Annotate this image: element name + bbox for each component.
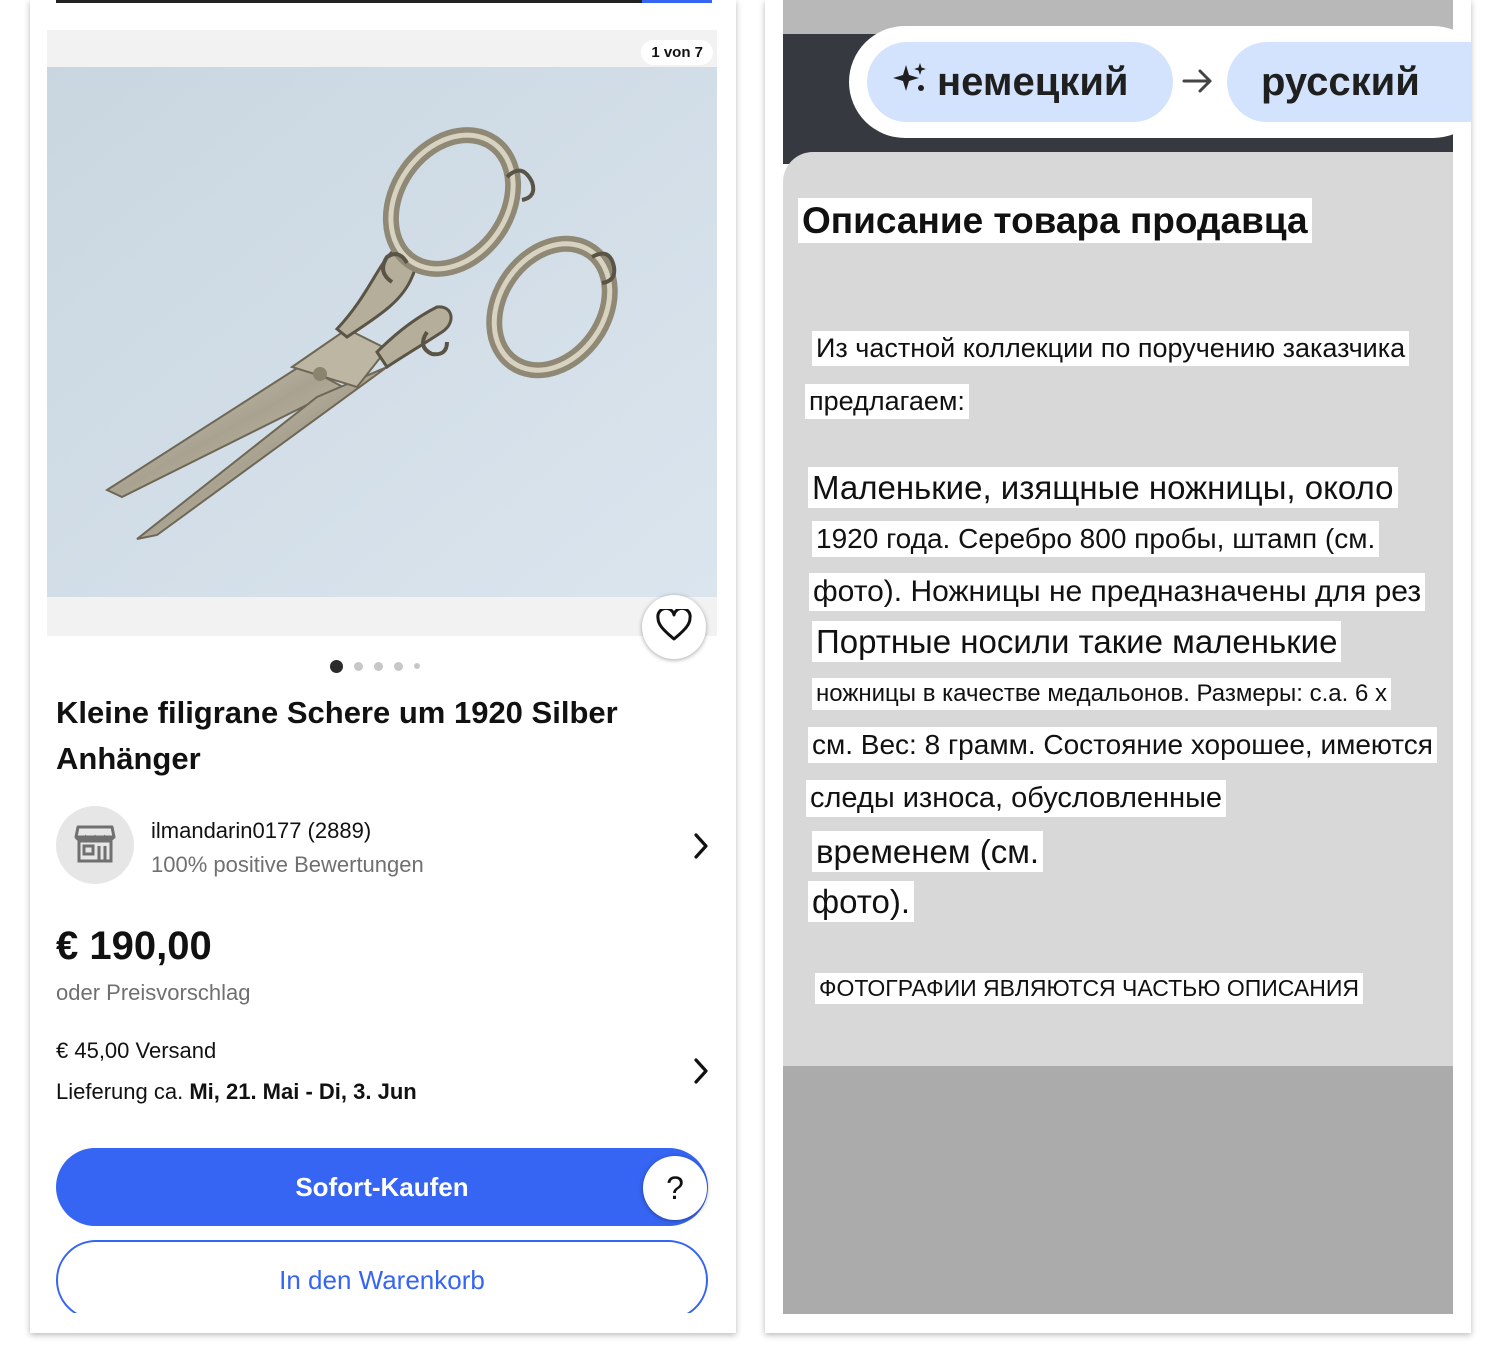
- delivery-prefix: Lieferung ca.: [56, 1079, 190, 1104]
- seller-feedback: 100% positive Bewertungen: [151, 852, 424, 877]
- seller-avatar: [56, 806, 134, 884]
- add-to-cart-button[interactable]: In den Warenkorb: [56, 1240, 708, 1320]
- help-button[interactable]: ?: [643, 1156, 707, 1220]
- store-icon: [74, 823, 116, 868]
- image-counter: 1 von 7: [641, 40, 713, 65]
- gallery-pagination: [330, 658, 420, 674]
- best-offer-label: oder Preisvorschlag: [56, 980, 251, 1005]
- sparkle-icon: [893, 60, 927, 105]
- scroll-cutoff: [30, 1313, 736, 1333]
- listing-panel: 1 von 7 Kleine filigrane Schere um 1920 …: [30, 0, 736, 1333]
- product-image[interactable]: [47, 67, 717, 597]
- pagination-dot[interactable]: [394, 661, 403, 671]
- pagination-dot[interactable]: [354, 661, 363, 671]
- search-bar-edge: [56, 0, 642, 3]
- watch-button[interactable]: [642, 595, 706, 659]
- description-heading: Описание товара продавца: [798, 198, 1312, 243]
- item-title: Kleine filigrane Schere um 1920 Silber A…: [56, 695, 618, 776]
- image-gallery[interactable]: 1 von 7: [47, 30, 717, 636]
- pagination-dot[interactable]: [330, 659, 343, 673]
- description-line: фото).: [808, 881, 915, 922]
- buy-now-button[interactable]: Sofort-Kaufen: [56, 1148, 708, 1226]
- description-line: 1920 года. Серебро 800 пробы, штамп (см.: [812, 521, 1380, 557]
- description-line: предлагаем:: [805, 384, 969, 419]
- footer-area: [783, 1066, 1453, 1314]
- description-line: ножницы в качестве медальонов. Размеры: …: [812, 678, 1391, 710]
- translation-panel: немецкий русский Описание товара продавц…: [765, 0, 1471, 1333]
- description-line: Из частной коллекции по поручению заказч…: [812, 331, 1410, 366]
- description-line: фото). Ножницы не предназначены для рез: [809, 573, 1426, 611]
- pagination-dot[interactable]: [374, 661, 383, 671]
- description-line: временем (см.: [812, 831, 1044, 872]
- shipping-cost: € 45,00 Versand: [56, 1038, 217, 1063]
- source-language-chip[interactable]: немецкий: [867, 42, 1173, 122]
- search-button-edge[interactable]: [642, 0, 712, 3]
- arrow-right-icon: [1181, 64, 1215, 103]
- pagination-dot[interactable]: [414, 663, 420, 669]
- description-line: см. Вес: 8 грамм. Состояние хорошее, име…: [808, 727, 1437, 763]
- delivery-dates: Mi, 21. Mai - Di, 3. Jun: [189, 1079, 417, 1104]
- description-line: следы износа, обусловленные: [806, 780, 1227, 817]
- heart-icon: [656, 606, 692, 646]
- seller-info-row[interactable]: ilmandarin0177 (2889) 100% positive Bewe…: [56, 806, 716, 886]
- language-selector: немецкий русский: [849, 26, 1471, 138]
- item-price: € 190,00: [56, 924, 212, 968]
- source-language-label: немецкий: [937, 59, 1129, 104]
- seller-name[interactable]: ilmandarin0177 (2889): [151, 818, 371, 844]
- delivery-estimate: Lieferung ca. Mi, 21. Mai - Di, 3. Jun: [56, 1079, 417, 1105]
- description-line: Маленькие, изящные ножницы, около: [808, 467, 1398, 508]
- target-language-chip[interactable]: русский: [1227, 42, 1471, 122]
- chevron-right-icon[interactable]: [692, 832, 710, 865]
- description-line: Портные носили такие маленькие: [812, 621, 1342, 662]
- target-language-label: русский: [1261, 59, 1420, 104]
- description-note: ФОТОГРАФИИ ЯВЛЯЮТСЯ ЧАСТЬЮ ОПИСАНИЯ: [815, 973, 1363, 1004]
- chevron-right-icon[interactable]: [692, 1057, 710, 1090]
